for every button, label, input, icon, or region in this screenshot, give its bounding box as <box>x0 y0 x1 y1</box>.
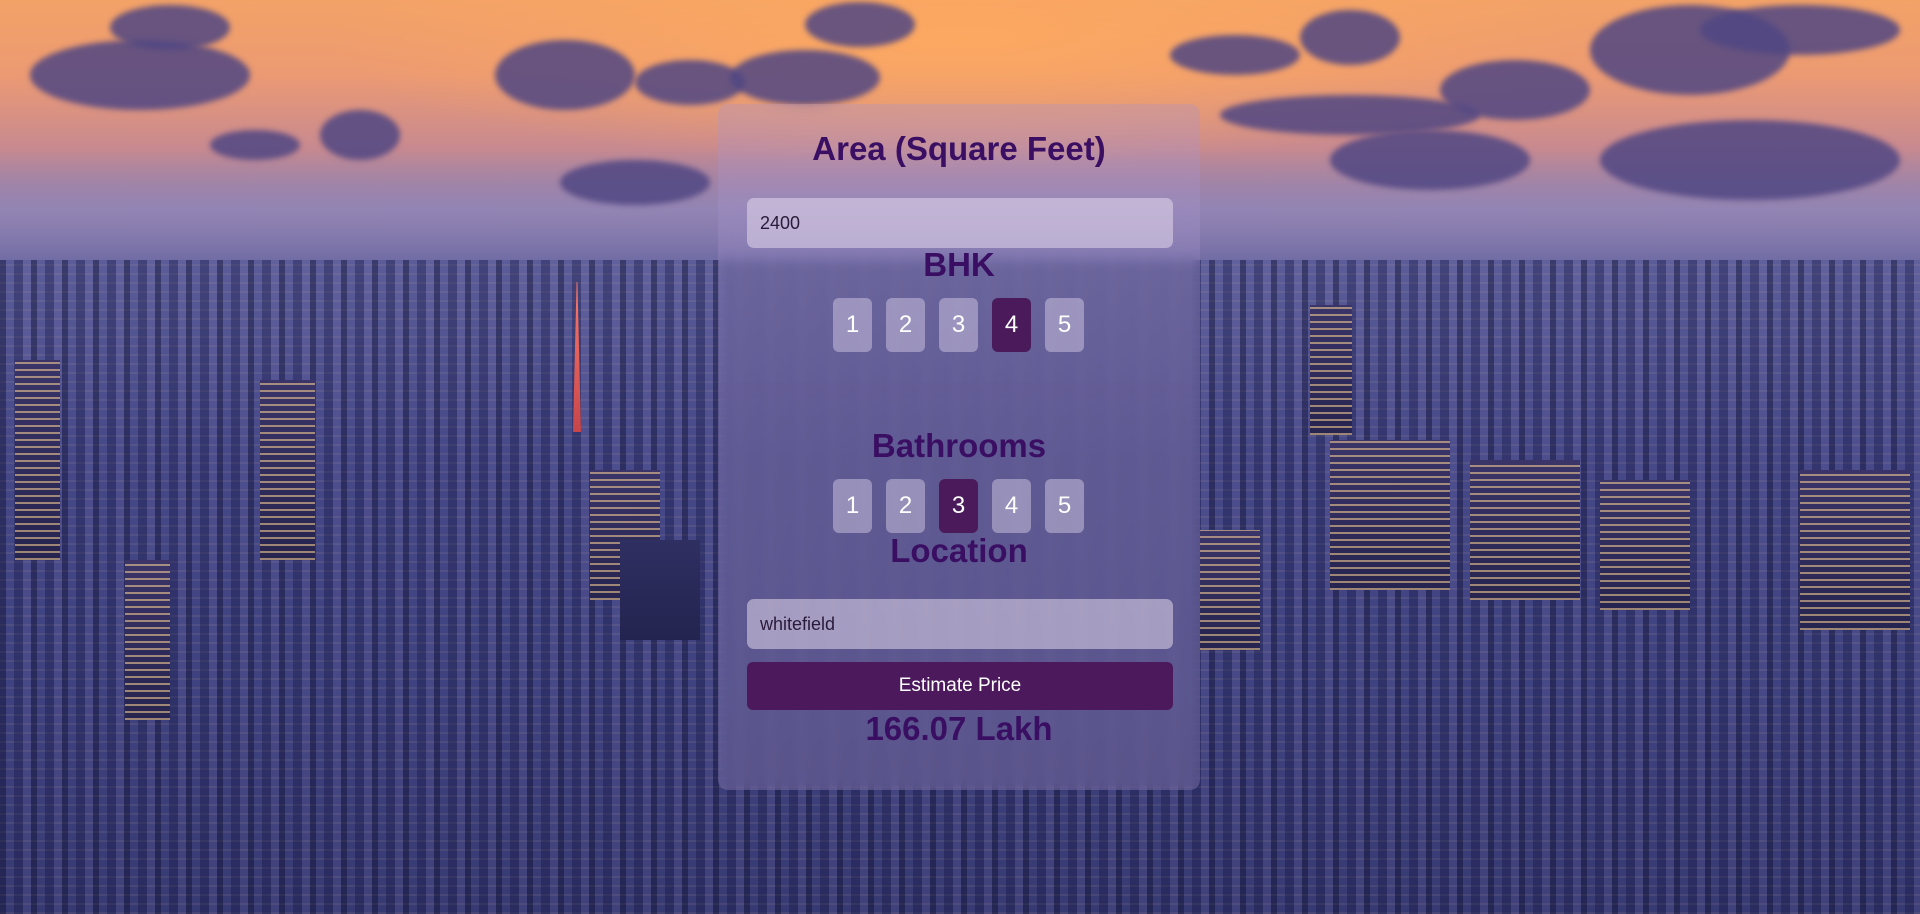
cloud <box>210 130 300 160</box>
bhk-option-2[interactable]: 2 <box>886 298 925 352</box>
cloud <box>1330 130 1530 190</box>
bhk-option-4[interactable]: 4 <box>992 298 1031 352</box>
cloud <box>730 50 880 105</box>
area-label: Area (Square Feet) <box>812 130 1106 167</box>
estimate-price-button[interactable]: Estimate Price <box>747 662 1173 710</box>
building <box>1800 470 1910 630</box>
bathrooms-selector: 1 2 3 4 5 <box>833 479 1084 533</box>
building <box>1330 440 1450 590</box>
building <box>620 540 700 640</box>
cloud <box>1220 95 1480 135</box>
card-divider <box>718 382 1200 398</box>
building <box>1600 480 1690 610</box>
cloud <box>1300 10 1400 65</box>
estimated-price-result: 166.07 Lakh <box>865 710 1053 747</box>
bathroom-option-4[interactable]: 4 <box>992 479 1031 533</box>
building <box>1470 460 1580 600</box>
building <box>1200 530 1260 650</box>
location-label: Location <box>890 532 1028 569</box>
bhk-option-5[interactable]: 5 <box>1045 298 1084 352</box>
bhk-option-1[interactable]: 1 <box>833 298 872 352</box>
cloud <box>495 40 635 110</box>
bathroom-option-2[interactable]: 2 <box>886 479 925 533</box>
bathroom-option-1[interactable]: 1 <box>833 479 872 533</box>
building <box>125 560 170 720</box>
building <box>260 380 315 560</box>
building <box>15 360 60 560</box>
area-input[interactable] <box>747 198 1173 248</box>
bhk-label: BHK <box>923 246 995 283</box>
bathrooms-label: Bathrooms <box>871 427 1047 464</box>
bhk-option-3[interactable]: 3 <box>939 298 978 352</box>
cloud <box>1170 35 1300 75</box>
cloud <box>1700 5 1900 55</box>
bhk-selector: 1 2 3 4 5 <box>833 298 1084 352</box>
cloud <box>1440 60 1590 120</box>
cloud <box>635 60 745 105</box>
location-input[interactable] <box>747 599 1173 649</box>
bathroom-option-5[interactable]: 5 <box>1045 479 1084 533</box>
cloud <box>560 160 710 205</box>
cloud <box>805 2 915 47</box>
cloud <box>30 40 250 110</box>
building <box>1310 305 1352 435</box>
cloud <box>320 110 400 160</box>
cloud <box>1600 120 1900 200</box>
bathroom-option-3[interactable]: 3 <box>939 479 978 533</box>
cloud <box>110 5 230 50</box>
